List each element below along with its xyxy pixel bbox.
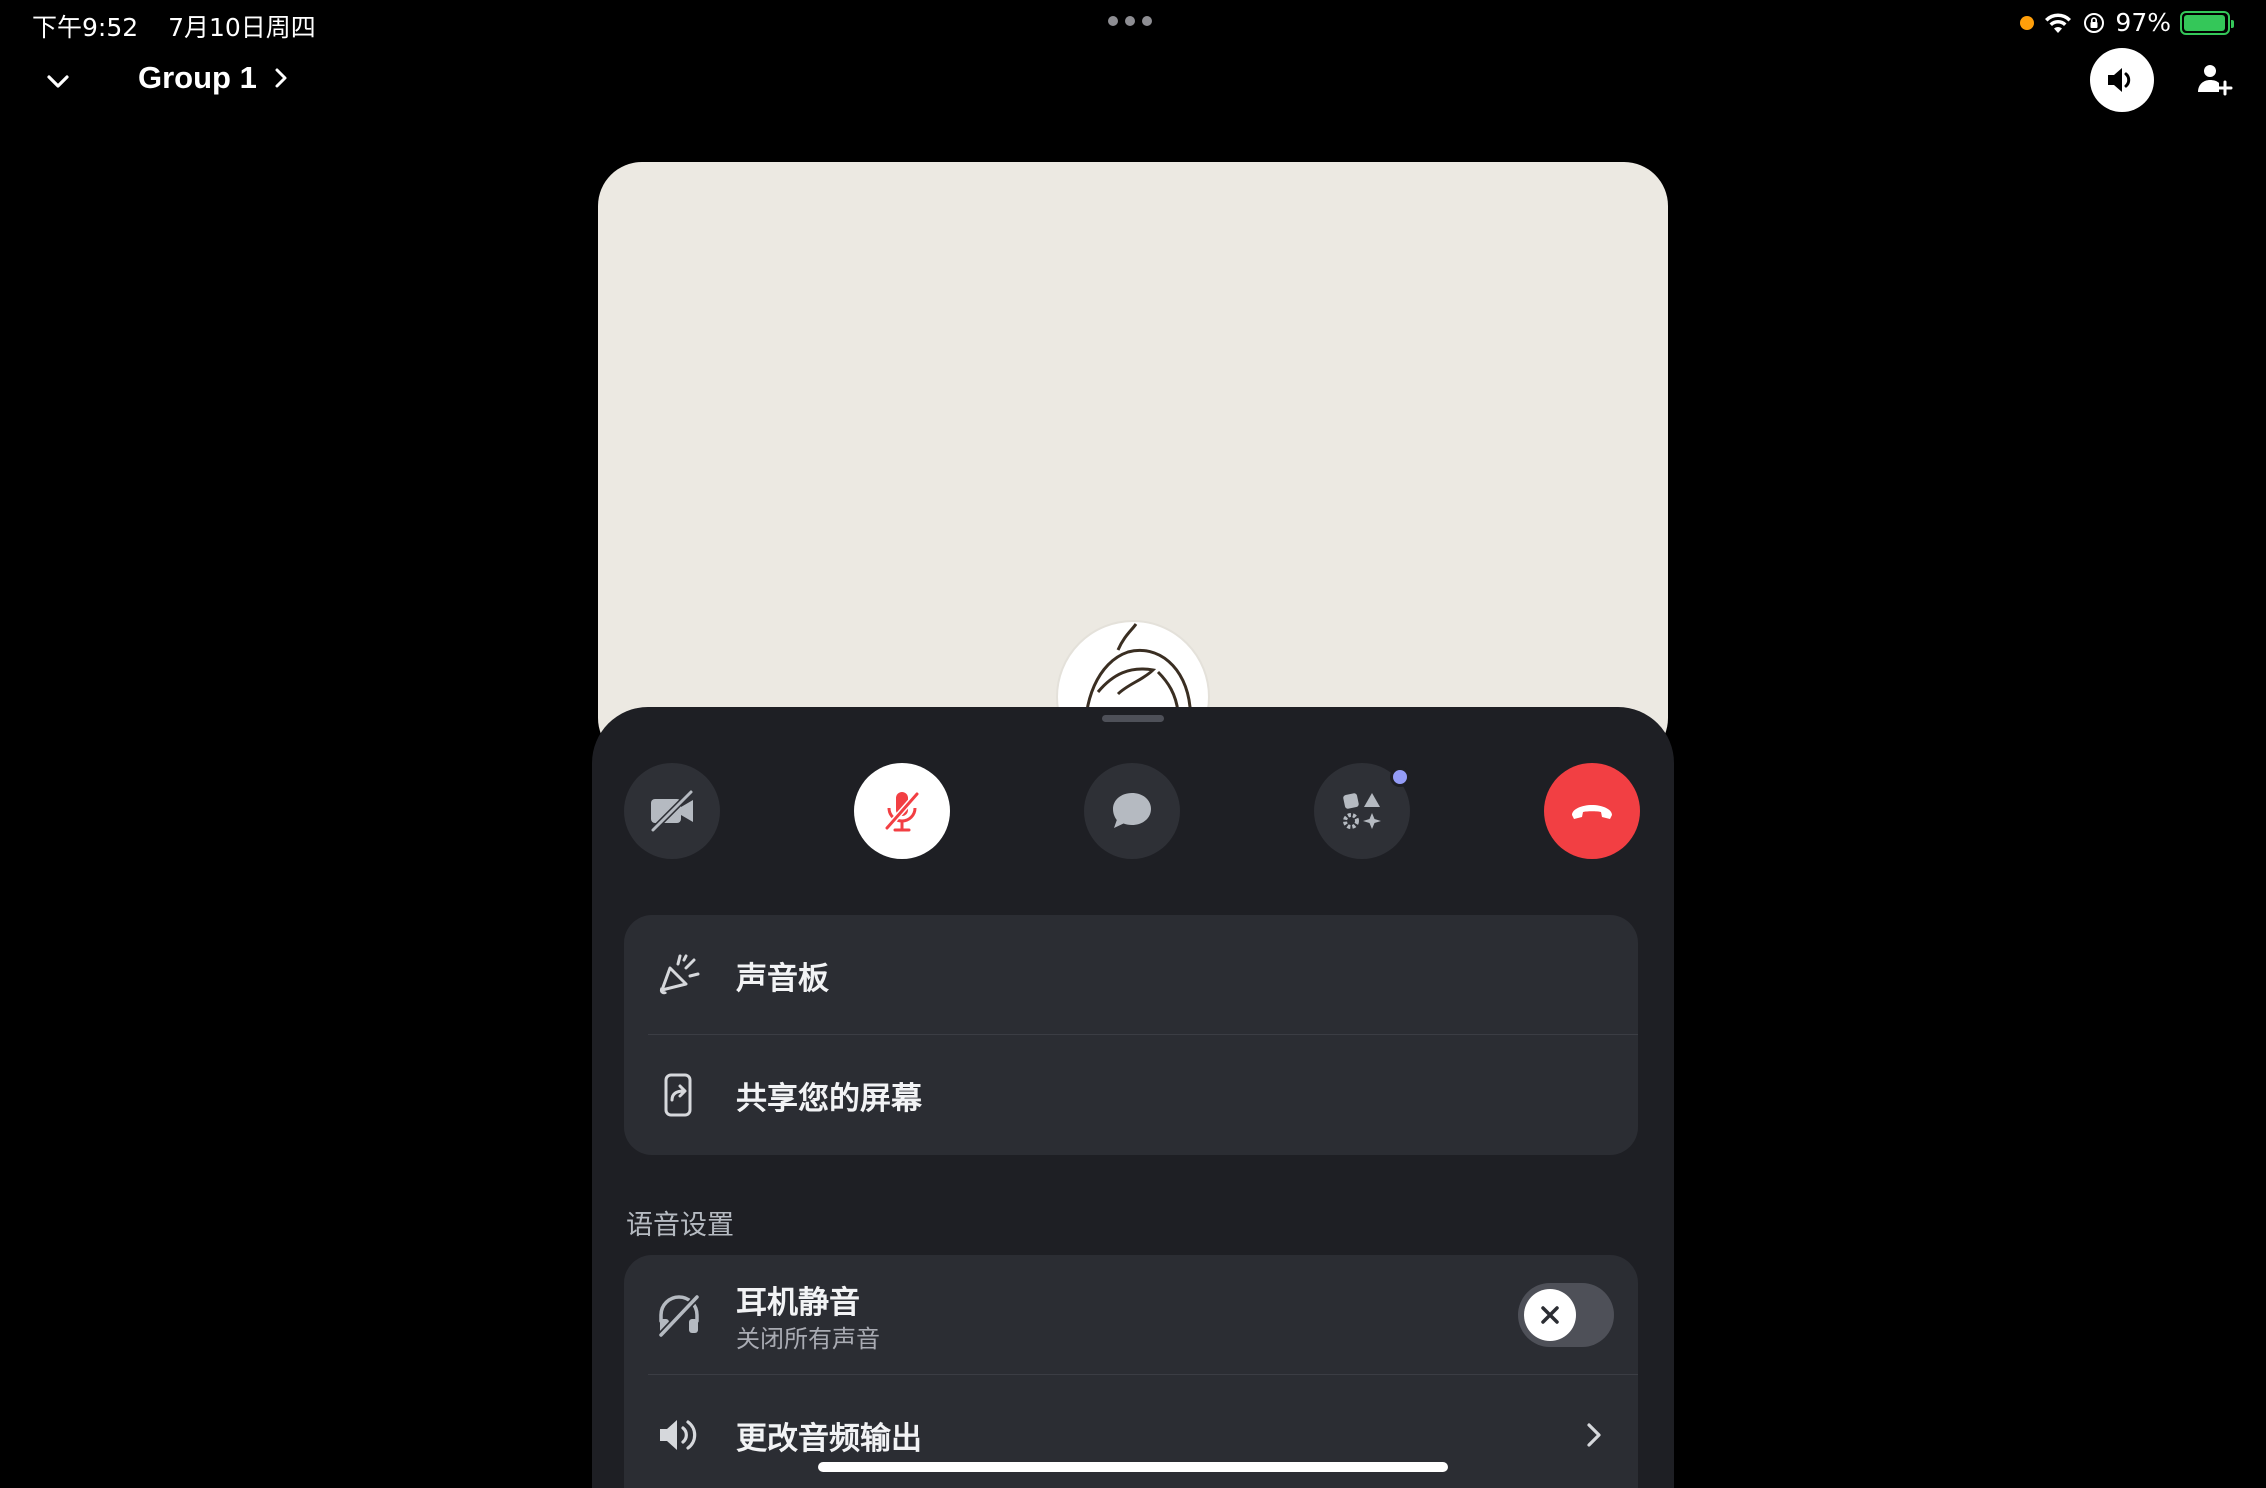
soundboard-row[interactable]: 声音板 <box>624 915 1638 1035</box>
channel-title-button[interactable]: Group 1 <box>138 60 291 96</box>
participant-video-tile[interactable] <box>598 162 1668 762</box>
sheet-grabber[interactable] <box>1102 715 1164 722</box>
share-screen-row[interactable]: 共享您的屏幕 <box>624 1035 1638 1155</box>
add-user-icon <box>2198 65 2233 96</box>
battery-icon <box>2180 10 2234 35</box>
battery-level-fill <box>2184 14 2225 31</box>
wifi-icon <box>2045 12 2072 33</box>
speaker-icon <box>2108 68 2131 92</box>
chat-bubble-icon <box>1113 793 1151 828</box>
mic-in-use-indicator <box>2020 15 2035 30</box>
toggle-knob <box>1524 1289 1576 1341</box>
multitasking-dots-icon[interactable] <box>1108 16 1152 26</box>
status-bar-right: 97% <box>2020 8 2234 37</box>
mic-muted-icon <box>884 791 920 832</box>
voice-settings-section-title: 语音设置 <box>626 1210 734 1241</box>
speaker-icon <box>654 1410 704 1460</box>
audio-output-label: 更改音频输出 <box>736 1420 922 1457</box>
channel-title: Group 1 <box>138 60 257 95</box>
camera-off-icon <box>650 789 694 833</box>
status-date: 7月10日周四 <box>168 13 316 42</box>
end-call-button[interactable] <box>1544 763 1640 859</box>
deafen-label: 耳机静音 <box>736 1285 860 1321</box>
soundboard-label: 声音板 <box>736 960 829 997</box>
orientation-lock-icon <box>2084 12 2105 33</box>
mute-mic-button[interactable] <box>854 763 950 859</box>
deafen-toggle[interactable] <box>1518 1283 1614 1347</box>
activities-button[interactable] <box>1314 763 1410 859</box>
chevron-right-icon <box>1587 1423 1601 1447</box>
chevron-right-icon <box>275 68 287 88</box>
soundboard-icon <box>654 950 704 1000</box>
chevron-down-icon[interactable] <box>38 62 78 102</box>
activities-icon <box>1343 793 1381 829</box>
status-time: 下午9:52 <box>32 13 139 42</box>
add-user-button[interactable] <box>2190 56 2238 104</box>
headphones-off-icon <box>654 1290 704 1340</box>
status-bar-left: 下午9:52 7月10日周四 <box>32 8 338 44</box>
call-controls-sheet[interactable]: 声音板 共享您的屏幕 语音设置 耳机静音 关闭所有声音 更改音频输出 <box>592 707 1674 1488</box>
share-screen-icon <box>654 1070 704 1120</box>
close-icon <box>1541 1306 1559 1324</box>
battery-percent: 97% <box>2115 8 2171 37</box>
camera-toggle-button[interactable] <box>624 763 720 859</box>
voice-settings-card: 耳机静音 关闭所有声音 更改音频输出 <box>624 1255 1638 1488</box>
speaker-button[interactable] <box>2090 48 2154 112</box>
home-indicator[interactable] <box>818 1462 1448 1472</box>
deafen-sublabel: 关闭所有声音 <box>736 1325 880 1353</box>
deafen-row[interactable]: 耳机静音 关闭所有声音 <box>624 1255 1638 1375</box>
share-screen-label: 共享您的屏幕 <box>736 1080 922 1117</box>
chat-button[interactable] <box>1084 763 1180 859</box>
activities-notification-dot <box>1390 767 1410 787</box>
actions-card: 声音板 共享您的屏幕 <box>624 915 1638 1155</box>
phone-hangup-icon <box>1572 805 1612 819</box>
